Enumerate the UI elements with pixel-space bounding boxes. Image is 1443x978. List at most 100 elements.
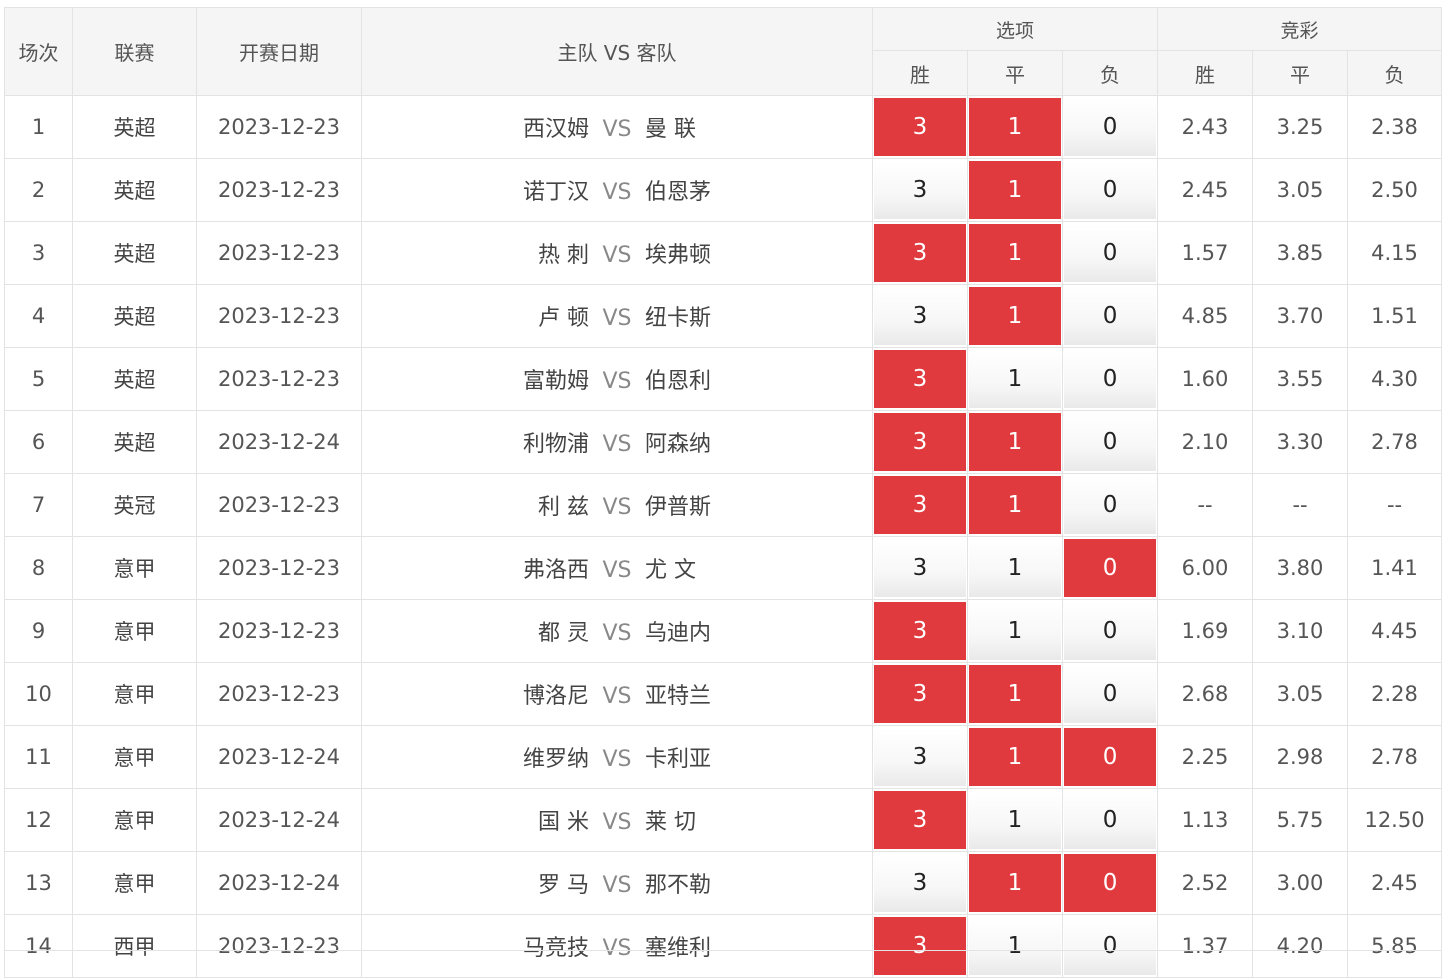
option-draw-button[interactable]: 1 (969, 602, 1061, 660)
option-lose-button[interactable]: 0 (1064, 161, 1157, 219)
odds-draw: 3.25 (1252, 95, 1349, 159)
option-win-cell: 3 (872, 914, 968, 978)
odds-win: 6.00 (1157, 536, 1254, 600)
option-draw-button[interactable]: 1 (969, 917, 1061, 975)
option-draw-button[interactable]: 1 (969, 476, 1061, 534)
match-date: 2023-12-24 (196, 725, 362, 789)
home-team: 都 灵 (538, 621, 589, 646)
option-lose-cell: 0 (1061, 410, 1159, 474)
match-teams: 弗洛西 VS 尤 文 (361, 536, 873, 600)
odds-draw: 3.70 (1252, 284, 1349, 348)
league-name: 意甲 (72, 725, 197, 789)
option-win-cell: 3 (872, 410, 968, 474)
odds-draw: 3.30 (1252, 410, 1349, 474)
match-table: 场次 联赛 开赛日期 主队 VS 客队 选项 竞彩 胜 平 负 胜 平 负 1英… (4, 7, 1443, 978)
home-team: 国 米 (538, 810, 589, 835)
vs-label: VS (602, 747, 632, 772)
option-lose-button[interactable]: 0 (1064, 665, 1157, 723)
option-draw-button[interactable]: 1 (969, 161, 1061, 219)
option-draw-button[interactable]: 1 (969, 287, 1061, 345)
odds-lose: 5.85 (1347, 914, 1443, 978)
option-win-button[interactable]: 3 (874, 665, 966, 723)
option-win-button[interactable]: 3 (874, 224, 966, 282)
option-win-button[interactable]: 3 (874, 413, 966, 471)
option-lose-button[interactable]: 0 (1064, 476, 1157, 534)
option-win-button[interactable]: 3 (874, 98, 966, 156)
option-draw-cell: 1 (967, 410, 1063, 474)
match-date: 2023-12-23 (196, 347, 362, 411)
home-team: 富勒姆 (522, 369, 589, 394)
league-name: 意甲 (72, 662, 197, 726)
option-win-cell: 3 (872, 851, 968, 915)
option-lose-button[interactable]: 0 (1064, 350, 1157, 408)
option-win-cell: 3 (872, 347, 968, 411)
match-index: 13 (4, 851, 73, 915)
option-lose-button[interactable]: 0 (1064, 791, 1157, 849)
option-draw-button[interactable]: 1 (969, 539, 1061, 597)
option-draw-button[interactable]: 1 (969, 413, 1061, 471)
option-lose-cell: 0 (1061, 95, 1159, 159)
option-win-button[interactable]: 3 (874, 539, 966, 597)
option-draw-button[interactable]: 1 (969, 98, 1061, 156)
option-win-button[interactable]: 3 (874, 161, 966, 219)
option-win-button[interactable]: 3 (874, 854, 966, 912)
option-win-button[interactable]: 3 (874, 917, 966, 975)
match-index: 8 (4, 536, 73, 600)
option-lose-button[interactable]: 0 (1064, 98, 1157, 156)
option-win-button[interactable]: 3 (874, 287, 966, 345)
option-draw-button[interactable]: 1 (969, 665, 1061, 723)
option-lose-cell: 0 (1061, 851, 1159, 915)
home-team: 维罗纳 (522, 747, 589, 772)
home-team: 利物浦 (522, 432, 589, 457)
vs-label: VS (602, 936, 632, 961)
header-index: 场次 (4, 7, 73, 96)
odds-draw: 3.10 (1252, 599, 1349, 663)
match-date: 2023-12-23 (196, 221, 362, 285)
option-lose-button[interactable]: 0 (1064, 602, 1157, 660)
option-win-cell: 3 (872, 158, 968, 222)
option-win-button[interactable]: 3 (874, 350, 966, 408)
home-team: 博洛尼 (522, 684, 589, 709)
option-draw-button[interactable]: 1 (969, 350, 1061, 408)
table-row: 13 意甲 2023-12-24 罗 马 VS 那不勒 3 1 0 2.52 3.00 2.45 (4, 851, 1443, 915)
option-draw-button[interactable]: 1 (969, 791, 1061, 849)
match-date: 2023-12-23 (196, 662, 362, 726)
odds-win: 1.13 (1157, 788, 1254, 852)
table-row: 4 英超 2023-12-23 卢 顿 VS 纽卡斯 3 1 0 4.85 3.70 1.51 (4, 284, 1443, 348)
option-lose-button[interactable]: 0 (1064, 539, 1157, 597)
header-odds-draw: 平 (1252, 50, 1349, 96)
option-lose-button[interactable]: 0 (1064, 224, 1157, 282)
table-row: 11 意甲 2023-12-24 维罗纳 VS 卡利亚 3 1 0 2.25 2.98 2.78 (4, 725, 1443, 789)
option-draw-button[interactable]: 1 (969, 854, 1061, 912)
option-draw-cell: 1 (967, 914, 1063, 978)
home-team: 西汉姆 (522, 117, 589, 142)
option-lose-button[interactable]: 0 (1064, 413, 1157, 471)
vs-label: VS (602, 243, 632, 268)
match-teams: 维罗纳 VS 卡利亚 (361, 725, 873, 789)
option-lose-button[interactable]: 0 (1064, 287, 1157, 345)
option-win-cell: 3 (872, 725, 968, 789)
option-draw-button[interactable]: 1 (969, 224, 1061, 282)
option-win-button[interactable]: 3 (874, 602, 966, 660)
match-teams: 博洛尼 VS 亚特兰 (361, 662, 873, 726)
option-draw-cell: 1 (967, 725, 1063, 789)
option-lose-button[interactable]: 0 (1064, 728, 1157, 786)
odds-lose: 12.50 (1347, 788, 1443, 852)
option-draw-cell: 1 (967, 284, 1063, 348)
match-index: 12 (4, 788, 73, 852)
home-team: 弗洛西 (522, 558, 589, 583)
option-win-button[interactable]: 3 (874, 728, 966, 786)
away-team: 埃弗顿 (645, 243, 712, 268)
option-lose-button[interactable]: 0 (1064, 917, 1157, 975)
odds-lose: 2.38 (1347, 95, 1443, 159)
odds-lose: -- (1347, 473, 1443, 537)
option-lose-button[interactable]: 0 (1064, 854, 1157, 912)
option-win-button[interactable]: 3 (874, 791, 966, 849)
option-win-button[interactable]: 3 (874, 476, 966, 534)
header-odds-group: 竞彩 (1157, 7, 1443, 51)
option-lose-cell: 0 (1061, 725, 1159, 789)
option-draw-button[interactable]: 1 (969, 728, 1061, 786)
vs-label: VS (602, 558, 632, 583)
odds-win: 1.69 (1157, 599, 1254, 663)
table-row: 6 英超 2023-12-24 利物浦 VS 阿森纳 3 1 0 2.10 3.30 2.78 (4, 410, 1443, 474)
